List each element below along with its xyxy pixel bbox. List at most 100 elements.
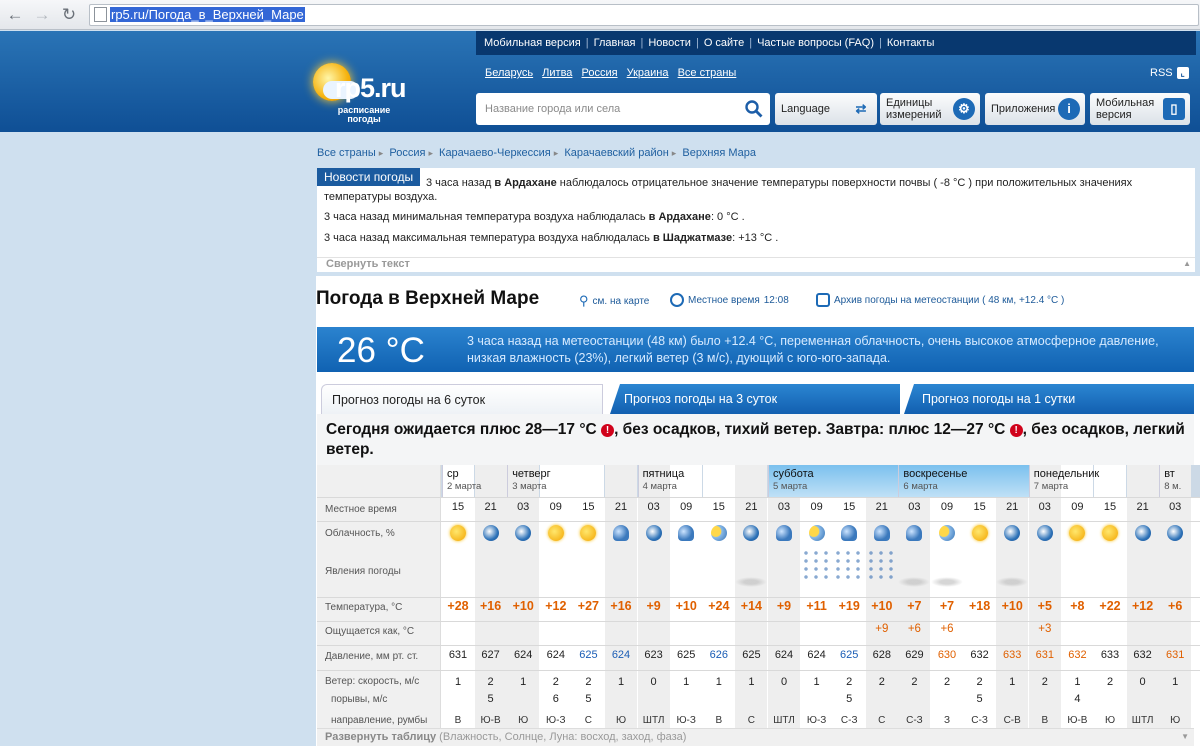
apps-button[interactable]: Приложения i xyxy=(985,93,1085,125)
tab-6-days[interactable]: Прогноз погоды на 6 суток xyxy=(321,384,603,414)
logo-brand: rp5.ru xyxy=(335,73,407,103)
tab-3-days[interactable]: Прогноз погоды на 3 суток xyxy=(610,384,900,414)
search-icon[interactable] xyxy=(745,100,763,118)
address-bar[interactable]: rp5.ru/Погода_в_Верхней_Маре xyxy=(89,3,1199,26)
forecast-column: 03 +7 +6 629 2 С-З xyxy=(898,465,931,746)
psun-weather-icon[interactable] xyxy=(939,525,955,541)
country-lithuania[interactable]: Литва xyxy=(542,67,572,79)
menu-home[interactable]: Главная xyxy=(594,37,636,49)
expand-table-button[interactable]: Развернуть таблицу (Влажность, Солнце, Л… xyxy=(317,728,1194,746)
forecast-time: 03 xyxy=(777,501,791,513)
site-logo[interactable]: rp5.ru расписание погоды xyxy=(309,59,429,129)
breadcrumb-town[interactable]: Верхняя Мара xyxy=(682,147,756,159)
forecast-column: 03 +9 624 0 ШТЛ xyxy=(768,465,800,746)
forecast-wind-direction: ШТЛ xyxy=(773,715,795,726)
day-header[interactable]: вт 8 м. xyxy=(1159,465,1192,497)
country-russia[interactable]: Россия xyxy=(581,67,617,79)
moon-weather-icon[interactable] xyxy=(743,525,760,541)
search-input[interactable]: Название города или села xyxy=(476,93,770,125)
forecast-column: 09 +7 +6 630 2 З xyxy=(931,465,963,746)
units-button[interactable]: Единицы измерений ⚙ xyxy=(880,93,980,125)
forward-icon[interactable]: → xyxy=(30,3,54,27)
cloudy-weather-icon[interactable] xyxy=(841,525,858,541)
cloudy-weather-icon[interactable] xyxy=(776,525,792,541)
moon-weather-icon[interactable] xyxy=(1036,525,1053,541)
moon-weather-icon[interactable] xyxy=(645,525,662,541)
archive-link[interactable]: Архив погоды на метеостанции ( 48 км, +1… xyxy=(816,293,1064,307)
forecast-pressure: 631 xyxy=(1166,649,1185,661)
mobile-version-button[interactable]: Мобильная версия ▯ xyxy=(1090,93,1190,125)
country-all[interactable]: Все страны xyxy=(678,67,737,79)
forecast-wind-direction: З xyxy=(943,715,951,726)
menu-contacts[interactable]: Контакты xyxy=(887,37,935,49)
psun-weather-icon[interactable] xyxy=(710,525,727,541)
language-button[interactable]: Language ⇄ xyxy=(775,93,877,125)
reload-icon[interactable]: ↻ xyxy=(57,3,81,27)
forecast-wind-speed: 2 xyxy=(487,676,494,688)
news-tag[interactable]: Новости погоды xyxy=(317,168,421,186)
forecast-column: 15 +24 626 1 В xyxy=(702,465,735,746)
back-icon[interactable]: ← xyxy=(3,3,27,27)
sun-weather-icon[interactable] xyxy=(1069,525,1086,541)
apps-label: Приложения xyxy=(991,103,1056,115)
cloudy-weather-icon[interactable] xyxy=(678,525,695,541)
forecast-column: 03 +6 631 1 Ю xyxy=(1159,465,1192,746)
day-date: 3 марта xyxy=(512,481,547,492)
cloudy-weather-icon[interactable] xyxy=(906,525,923,541)
day-header[interactable]: четверг 3 марта xyxy=(507,465,637,497)
row-label-direction: направление, румбы xyxy=(331,715,428,726)
day-header[interactable]: понедельник 7 марта xyxy=(1028,465,1159,497)
sun-weather-icon[interactable] xyxy=(547,525,564,541)
rss-link[interactable]: RSS ⌞ xyxy=(1150,67,1189,79)
moon-weather-icon[interactable] xyxy=(1167,525,1184,541)
cloudy-weather-icon[interactable] xyxy=(613,525,629,541)
search-placeholder: Название города или села xyxy=(485,103,621,115)
sun-weather-icon[interactable] xyxy=(971,525,988,541)
menu-about[interactable]: О сайте xyxy=(704,37,744,49)
warning-icon[interactable]: ! xyxy=(1009,424,1023,437)
forecast-wind-direction: С-В xyxy=(1003,715,1021,726)
breadcrumb-all[interactable]: Все страны xyxy=(317,147,376,159)
country-ukraine[interactable]: Украина xyxy=(627,67,669,79)
day-header[interactable]: воскресенье 6 марта xyxy=(898,465,1029,497)
warning-icon[interactable]: ! xyxy=(601,424,615,437)
url-text[interactable]: rp5.ru/Погода_в_Верхней_Маре xyxy=(110,7,305,22)
forecast-column: 21 +12 632 0 ШТЛ xyxy=(1126,465,1159,746)
moon-weather-icon[interactable] xyxy=(1004,525,1021,541)
forecast-pressure: 624 xyxy=(514,649,533,661)
map-link[interactable]: ⚲ см. на карте xyxy=(579,293,649,309)
forecast-temperature: +7 xyxy=(939,599,955,613)
forecast-wind-direction: С xyxy=(747,715,755,726)
collapse-text-button[interactable]: Свернуть текст ▲ xyxy=(317,257,1195,272)
sun-weather-icon[interactable] xyxy=(450,525,466,541)
cloudy-weather-icon[interactable] xyxy=(873,525,890,541)
sun-weather-icon[interactable] xyxy=(1102,525,1118,541)
day-header[interactable]: суббота 5 марта xyxy=(768,465,899,497)
breadcrumb-district[interactable]: Карачаевский район xyxy=(564,147,668,159)
forecast-wind-direction: Ю xyxy=(518,715,529,726)
psun-weather-icon[interactable] xyxy=(808,525,825,541)
row-label-cloud: Облачность, % xyxy=(325,528,395,539)
moon-weather-icon[interactable] xyxy=(515,525,532,541)
breadcrumb-region[interactable]: Карачаево-Черкессия xyxy=(439,147,551,159)
chevron-up-icon: ▲ xyxy=(1183,259,1191,268)
day-name: понедельник xyxy=(1033,468,1100,480)
day-date: 4 марта xyxy=(642,481,677,492)
country-belarus[interactable]: Беларусь xyxy=(485,67,533,79)
menu-news[interactable]: Новости xyxy=(648,37,691,49)
day-header[interactable]: пятница 4 марта xyxy=(637,465,768,497)
breadcrumb-russia[interactable]: Россия xyxy=(389,147,425,159)
forecast-wind-direction: Ю-З xyxy=(806,715,827,726)
moon-weather-icon[interactable] xyxy=(1134,525,1151,541)
moon-weather-icon[interactable] xyxy=(482,525,499,541)
menu-mobile[interactable]: Мобильная версия xyxy=(484,37,581,49)
tab-1-day[interactable]: Прогноз погоды на 1 сутки xyxy=(904,384,1194,414)
forecast-temperature: +10 xyxy=(1001,599,1023,613)
sun-weather-icon[interactable] xyxy=(580,525,597,541)
forecast-wind-speed: 2 xyxy=(878,676,885,688)
day-header[interactable]: ср 2 марта xyxy=(442,465,507,497)
forecast-column: 09 +10 625 1 Ю-З xyxy=(670,465,703,746)
menu-faq[interactable]: Частые вопросы (FAQ) xyxy=(757,37,874,49)
browser-toolbar: ← → ↻ rp5.ru/Погода_в_Верхней_Маре xyxy=(0,0,1200,30)
current-weather-bar: 26 °C 3 часа назад на метеостанции (48 к… xyxy=(317,327,1194,372)
